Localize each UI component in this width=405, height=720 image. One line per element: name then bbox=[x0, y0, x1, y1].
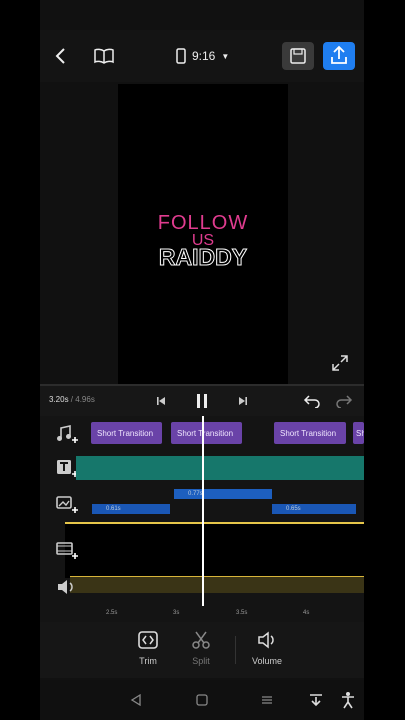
playback-controls: 3.20s / 4.96s bbox=[40, 384, 364, 416]
overlay-clip[interactable]: 0.65s bbox=[272, 504, 356, 514]
audio-track[interactable] bbox=[70, 576, 364, 593]
main-video-track[interactable] bbox=[65, 522, 364, 578]
playhead[interactable] bbox=[202, 416, 204, 606]
music-clip[interactable]: Short Transition bbox=[274, 422, 346, 444]
edit-toolbar: Trim Split Volume bbox=[40, 622, 364, 678]
music-clip[interactable]: Sh bbox=[353, 422, 364, 444]
ruler-tick: 3.5s bbox=[236, 610, 248, 616]
undo-icon[interactable] bbox=[302, 391, 322, 411]
add-overlay-icon[interactable] bbox=[55, 494, 79, 516]
book-icon[interactable] bbox=[92, 44, 116, 68]
music-clip[interactable]: Short Transition bbox=[171, 422, 242, 444]
time-readout: 3.20s / 4.96s bbox=[49, 395, 95, 404]
current-time: 3.20s bbox=[49, 395, 69, 404]
redo-icon[interactable] bbox=[334, 391, 354, 411]
add-video-icon[interactable] bbox=[55, 540, 79, 562]
nav-back-icon[interactable] bbox=[126, 692, 146, 708]
back-icon[interactable] bbox=[50, 44, 70, 68]
aspect-ratio-label: 9:16 bbox=[192, 49, 216, 63]
pause-icon[interactable] bbox=[192, 390, 212, 412]
phone-icon bbox=[176, 48, 186, 64]
preview-text-raiddy: RAIDDY bbox=[158, 244, 248, 271]
overlay-clip[interactable]: 0.77s bbox=[174, 489, 272, 499]
accessibility-icon[interactable] bbox=[338, 690, 358, 710]
system-nav-bar bbox=[40, 680, 364, 720]
ruler-tick: 2.5s bbox=[106, 610, 118, 616]
skip-end-icon[interactable] bbox=[234, 392, 252, 410]
save-button[interactable] bbox=[282, 42, 314, 70]
toolbar-divider bbox=[235, 636, 236, 664]
download-icon[interactable] bbox=[306, 690, 326, 710]
volume-button[interactable]: Volume bbox=[242, 630, 292, 666]
fullscreen-icon[interactable] bbox=[330, 353, 350, 373]
split-label: Split bbox=[192, 656, 210, 666]
top-toolbar: 9:16 ▼ bbox=[40, 30, 364, 82]
export-button[interactable] bbox=[323, 42, 355, 70]
split-button[interactable]: Split bbox=[176, 630, 226, 666]
nav-home-icon[interactable] bbox=[192, 692, 212, 708]
total-time: 4.96s bbox=[75, 395, 95, 404]
trim-label: Trim bbox=[139, 656, 157, 666]
ruler-tick: 4s bbox=[303, 610, 310, 616]
music-clip[interactable]: Short Transition bbox=[91, 422, 162, 444]
trim-icon bbox=[138, 631, 158, 649]
volume-label: Volume bbox=[251, 656, 283, 666]
ruler-tick: 3s bbox=[173, 610, 180, 616]
timeline[interactable]: Short Transition Short Transition Short … bbox=[40, 416, 364, 622]
time-ruler: 2.5s 3s 3.5s 4s bbox=[40, 608, 364, 622]
skip-start-icon[interactable] bbox=[152, 392, 170, 410]
app-window: 9:16 ▼ FOLLOW US RAIDDY 3.20s / 4.96s Sh… bbox=[40, 0, 364, 720]
trim-button[interactable]: Trim bbox=[123, 630, 173, 666]
scissors-icon bbox=[192, 631, 210, 649]
chevron-down-icon: ▼ bbox=[221, 51, 230, 61]
nav-recents-icon[interactable] bbox=[257, 692, 277, 708]
overlay-clip[interactable]: 0.61s bbox=[92, 504, 170, 514]
volume-icon bbox=[258, 631, 274, 649]
add-music-icon[interactable] bbox=[55, 424, 79, 446]
save-icon bbox=[290, 48, 306, 64]
volume-track-icon[interactable] bbox=[55, 576, 79, 598]
aspect-ratio-selector[interactable]: 9:16 ▼ bbox=[176, 48, 229, 64]
video-preview[interactable]: FOLLOW US RAIDDY bbox=[118, 84, 288, 384]
text-track-clip[interactable] bbox=[76, 456, 364, 480]
export-icon bbox=[331, 45, 347, 64]
